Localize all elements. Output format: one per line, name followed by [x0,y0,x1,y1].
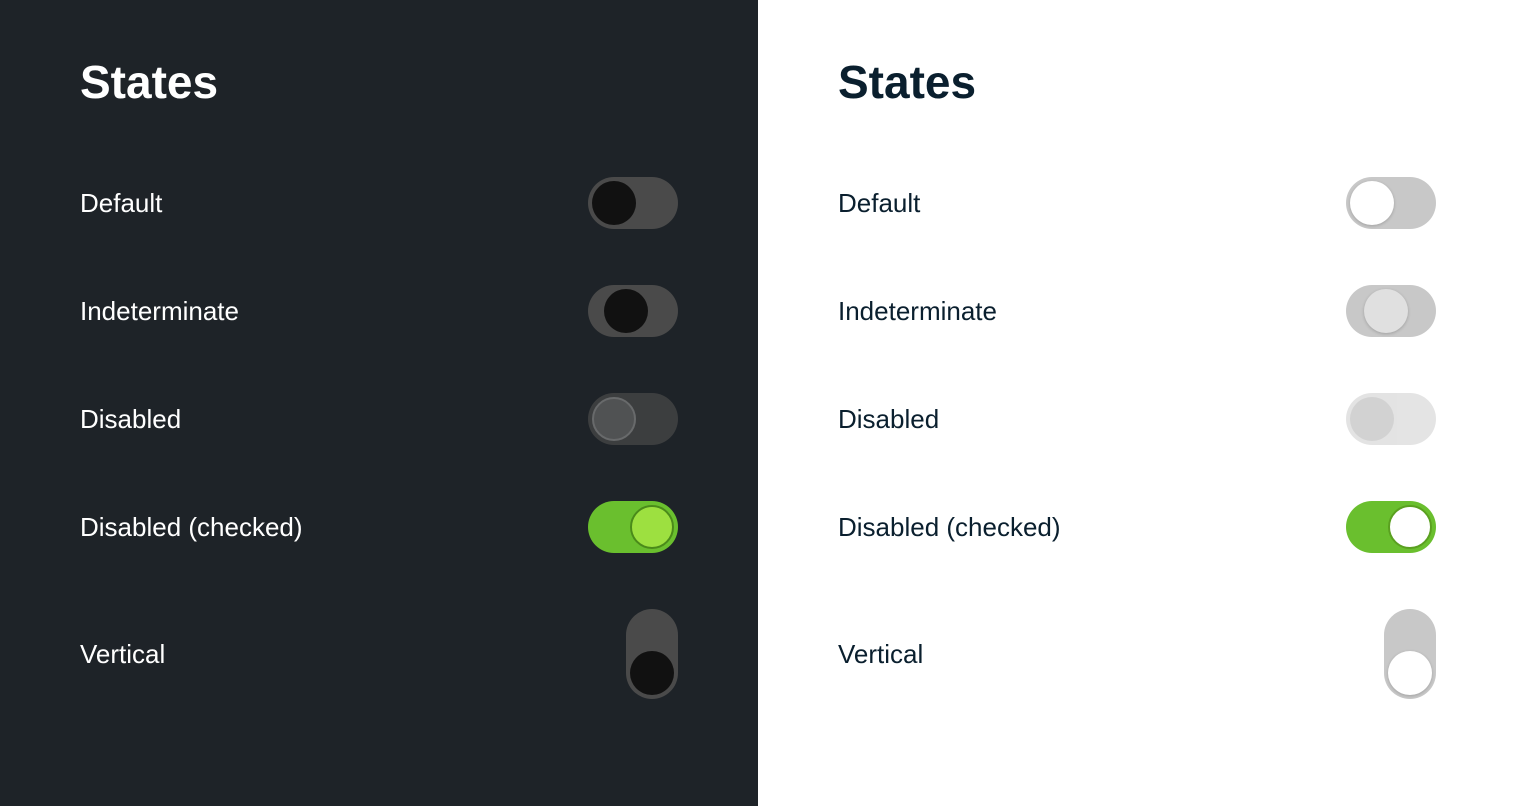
light-default-knob [1350,181,1394,225]
dark-default-knob [592,181,636,225]
dark-indeterminate-row: Indeterminate [80,257,678,365]
dark-disabled-checked-row: Disabled (checked) [80,473,678,581]
dark-disabled-knob [592,397,636,441]
dark-vertical-label: Vertical [80,639,165,670]
light-disabled-checked-label: Disabled (checked) [838,512,1061,543]
light-vertical-knob [1388,651,1432,695]
dark-default-toggle[interactable] [588,177,678,229]
light-vertical-toggle[interactable] [1384,609,1436,699]
dark-disabled-toggle [588,393,678,445]
light-default-row: Default [838,149,1436,257]
dark-vertical-row: Vertical [80,581,678,727]
light-disabled-row: Disabled [838,365,1436,473]
light-disabled-checked-row: Disabled (checked) [838,473,1436,581]
dark-indeterminate-knob [604,289,648,333]
dark-indeterminate-label: Indeterminate [80,296,239,327]
light-disabled-toggle-wrap [1346,393,1436,445]
light-indeterminate-toggle-wrap [1346,285,1436,337]
dark-vertical-toggle[interactable] [626,609,678,699]
dark-disabled-row: Disabled [80,365,678,473]
light-disabled-knob [1350,397,1394,441]
dark-panel: States Default Indeterminate Disabled Di… [0,0,758,806]
dark-default-row: Default [80,149,678,257]
dark-disabled-checked-toggle [588,501,678,553]
dark-disabled-checked-toggle-wrap [588,501,678,553]
light-default-label: Default [838,188,920,219]
light-indeterminate-row: Indeterminate [838,257,1436,365]
light-disabled-checked-toggle-wrap [1346,501,1436,553]
light-disabled-label: Disabled [838,404,939,435]
dark-disabled-label: Disabled [80,404,181,435]
dark-vertical-toggle-wrap [626,609,678,699]
light-vertical-label: Vertical [838,639,923,670]
light-vertical-toggle-wrap [1384,609,1436,699]
light-disabled-checked-toggle [1346,501,1436,553]
light-panel-title: States [838,55,1436,109]
dark-indeterminate-toggle[interactable] [588,285,678,337]
light-indeterminate-knob [1364,289,1408,333]
dark-disabled-checked-label: Disabled (checked) [80,512,303,543]
dark-panel-title: States [80,55,678,109]
dark-indeterminate-toggle-wrap [588,285,678,337]
light-default-toggle[interactable] [1346,177,1436,229]
light-indeterminate-label: Indeterminate [838,296,997,327]
light-disabled-checked-knob [1388,505,1432,549]
dark-vertical-knob [630,651,674,695]
dark-default-toggle-wrap [588,177,678,229]
dark-disabled-toggle-wrap [588,393,678,445]
light-indeterminate-toggle[interactable] [1346,285,1436,337]
dark-disabled-checked-knob [630,505,674,549]
light-disabled-toggle [1346,393,1436,445]
dark-default-label: Default [80,188,162,219]
light-panel: States Default Indeterminate Disabled Di… [758,0,1516,806]
light-vertical-row: Vertical [838,581,1436,727]
light-default-toggle-wrap [1346,177,1436,229]
